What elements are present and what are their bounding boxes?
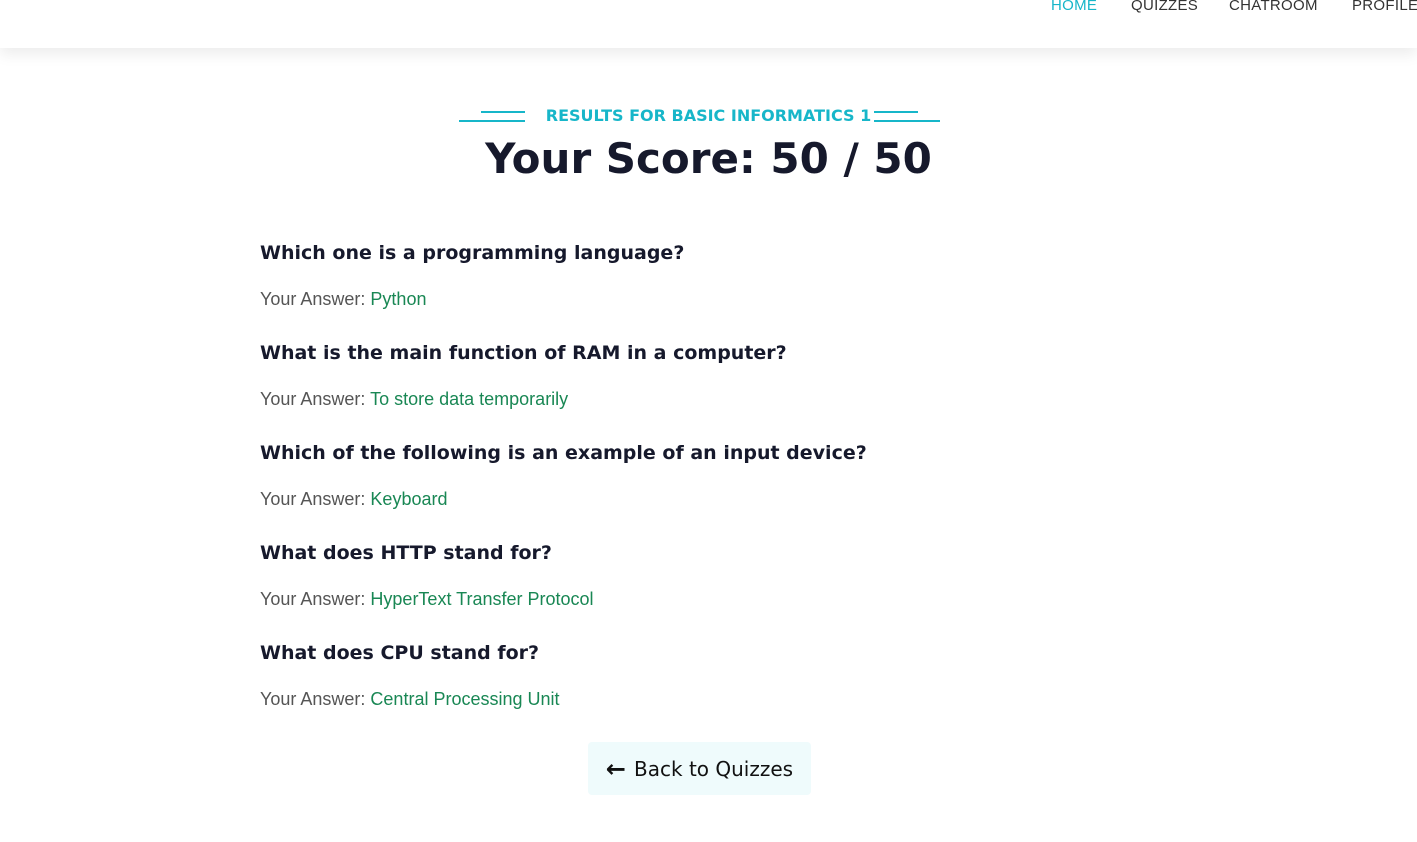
answer-label: Your Answer: xyxy=(260,389,366,409)
answer-line: Your Answer: HyperText Transfer Protocol xyxy=(260,589,594,610)
answer-value: To store data temporarily xyxy=(370,389,569,409)
score-title: Your Score: 50 / 50 xyxy=(485,134,932,183)
answer-value: HyperText Transfer Protocol xyxy=(370,589,594,609)
answer-line: Your Answer: Python xyxy=(260,289,426,310)
question-text: Which of the following is an example of … xyxy=(260,442,867,464)
nav-chatroom[interactable]: CHATROOM xyxy=(1229,0,1318,14)
question-text: Which one is a programming language? xyxy=(260,242,685,264)
answer-label: Your Answer: xyxy=(260,689,366,709)
answer-value: Python xyxy=(370,289,427,309)
back-to-quizzes-button[interactable]: ← Back to Quizzes xyxy=(588,742,811,795)
nav-home[interactable]: HOME xyxy=(1051,0,1097,14)
answer-line: Your Answer: Central Processing Unit xyxy=(260,689,560,710)
nav-quizzes[interactable]: QUIZZES xyxy=(1131,0,1198,14)
answer-value: Central Processing Unit xyxy=(370,689,560,709)
question-text: What is the main function of RAM in a co… xyxy=(260,342,787,364)
answer-label: Your Answer: xyxy=(260,589,366,609)
answer-value: Keyboard xyxy=(370,489,448,509)
back-button-label: Back to Quizzes xyxy=(634,756,794,781)
nav-profile[interactable]: PROFILE xyxy=(1352,0,1417,14)
answer-line: Your Answer: Keyboard xyxy=(260,489,447,510)
answer-label: Your Answer: xyxy=(260,289,366,309)
arrow-left-icon: ← xyxy=(605,754,627,783)
answer-line: Your Answer: To store data temporarily xyxy=(260,389,568,410)
results-subtitle: RESULTS FOR BASIC INFORMATICS 1 xyxy=(545,106,872,125)
question-text: What does CPU stand for? xyxy=(260,642,540,664)
question-text: What does HTTP stand for? xyxy=(260,542,552,564)
answer-label: Your Answer: xyxy=(260,489,366,509)
top-nav: HOME QUIZZES CHATROOM PROFILE xyxy=(0,0,1417,48)
